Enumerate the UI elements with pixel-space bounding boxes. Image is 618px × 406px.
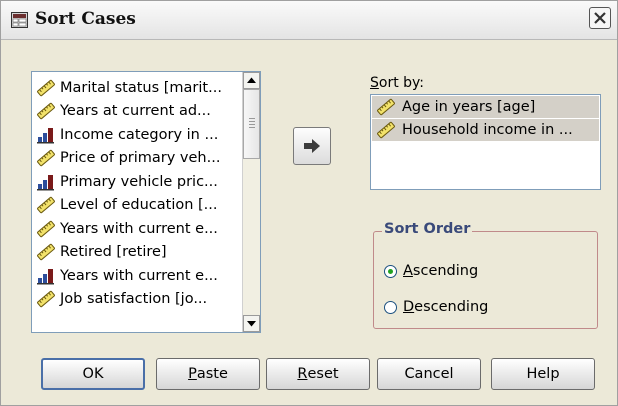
ruler-icon xyxy=(37,150,55,167)
variable-list-item[interactable]: Level of education [... xyxy=(32,194,242,218)
ruler-icon xyxy=(37,220,55,237)
paste-button[interactable]: Paste xyxy=(156,358,260,390)
sort-by-item-label: Household income in ... xyxy=(402,122,573,138)
sort-by-label: Sort by: xyxy=(370,75,425,91)
source-variable-list[interactable]: Marital status [marit... Years at current… xyxy=(31,71,261,333)
variable-label: Marital status [marit... xyxy=(60,79,222,96)
radio-unselected-icon xyxy=(384,300,397,314)
sort-cases-dialog: Sort Cases Marital status [marit... Years… xyxy=(0,0,618,406)
variable-label: Price of primary veh... xyxy=(60,150,221,167)
ordinal-bar-icon xyxy=(37,127,54,144)
variable-label: Years with current e... xyxy=(60,267,218,284)
ascending-label: Ascending xyxy=(403,263,479,279)
sort-by-item[interactable]: Household income in ... xyxy=(372,119,599,141)
ruler-icon xyxy=(377,121,395,139)
ruler-icon xyxy=(37,79,55,96)
sort-order-title: Sort Order xyxy=(382,221,473,237)
close-icon xyxy=(594,12,606,24)
ruler-icon xyxy=(37,197,55,214)
scroll-thumb[interactable] xyxy=(243,89,260,159)
ascending-radio[interactable]: Ascending xyxy=(384,263,478,279)
move-variable-button[interactable] xyxy=(293,127,331,165)
variable-list-scrollbar[interactable] xyxy=(242,72,260,332)
ruler-icon xyxy=(37,244,55,261)
scroll-up-button[interactable] xyxy=(243,72,260,89)
variable-list-item[interactable]: Primary vehicle pric... xyxy=(32,170,242,194)
variable-list-item[interactable]: Price of primary veh... xyxy=(32,147,242,171)
variable-label: Primary vehicle pric... xyxy=(60,173,218,190)
ordinal-bar-icon xyxy=(37,268,54,285)
descending-label: Descending xyxy=(403,299,489,315)
spss-app-icon xyxy=(11,12,28,28)
window-title: Sort Cases xyxy=(35,9,136,29)
ruler-icon xyxy=(377,98,395,116)
variable-label: Level of education [... xyxy=(60,197,218,214)
arrow-right-icon xyxy=(304,139,320,153)
close-button[interactable] xyxy=(589,7,611,29)
ruler-icon xyxy=(37,103,55,120)
ruler-icon xyxy=(37,291,55,308)
variable-list-item[interactable]: Years with current e... xyxy=(32,217,242,241)
radio-selected-icon xyxy=(384,264,397,278)
reset-button[interactable]: Reset xyxy=(266,358,370,390)
sort-by-list[interactable]: Age in years [age] Household income in ..… xyxy=(370,94,601,190)
ok-button[interactable]: OK xyxy=(41,358,145,390)
grip-icon xyxy=(249,118,255,130)
arrow-down-icon xyxy=(247,321,256,327)
variable-list-item[interactable]: Years at current ad... xyxy=(32,100,242,124)
help-button[interactable]: Help xyxy=(491,358,595,390)
sort-by-item[interactable]: Age in years [age] xyxy=(372,96,599,118)
cancel-button[interactable]: Cancel xyxy=(377,358,481,390)
sort-by-item-label: Age in years [age] xyxy=(402,99,536,115)
variable-list-item[interactable]: Job satisfaction [jo... xyxy=(32,288,242,312)
descending-radio[interactable]: Descending xyxy=(384,299,488,315)
variable-label: Years at current ad... xyxy=(60,103,211,120)
variable-label: Income category in ... xyxy=(60,126,219,143)
variable-label: Years with current e... xyxy=(60,220,218,237)
variable-list-item[interactable]: Years with current e... xyxy=(32,264,242,288)
variable-label: Job satisfaction [jo... xyxy=(60,291,208,308)
variable-list-item[interactable]: Marital status [marit... xyxy=(32,76,242,100)
variable-list-item[interactable]: Income category in ... xyxy=(32,123,242,147)
arrow-up-icon xyxy=(247,77,256,83)
scroll-down-button[interactable] xyxy=(243,315,260,332)
title-bar: Sort Cases xyxy=(1,1,617,40)
variable-list-item[interactable]: Retired [retire] xyxy=(32,241,242,265)
variable-label: Retired [retire] xyxy=(60,244,167,261)
ordinal-bar-icon xyxy=(37,174,54,191)
